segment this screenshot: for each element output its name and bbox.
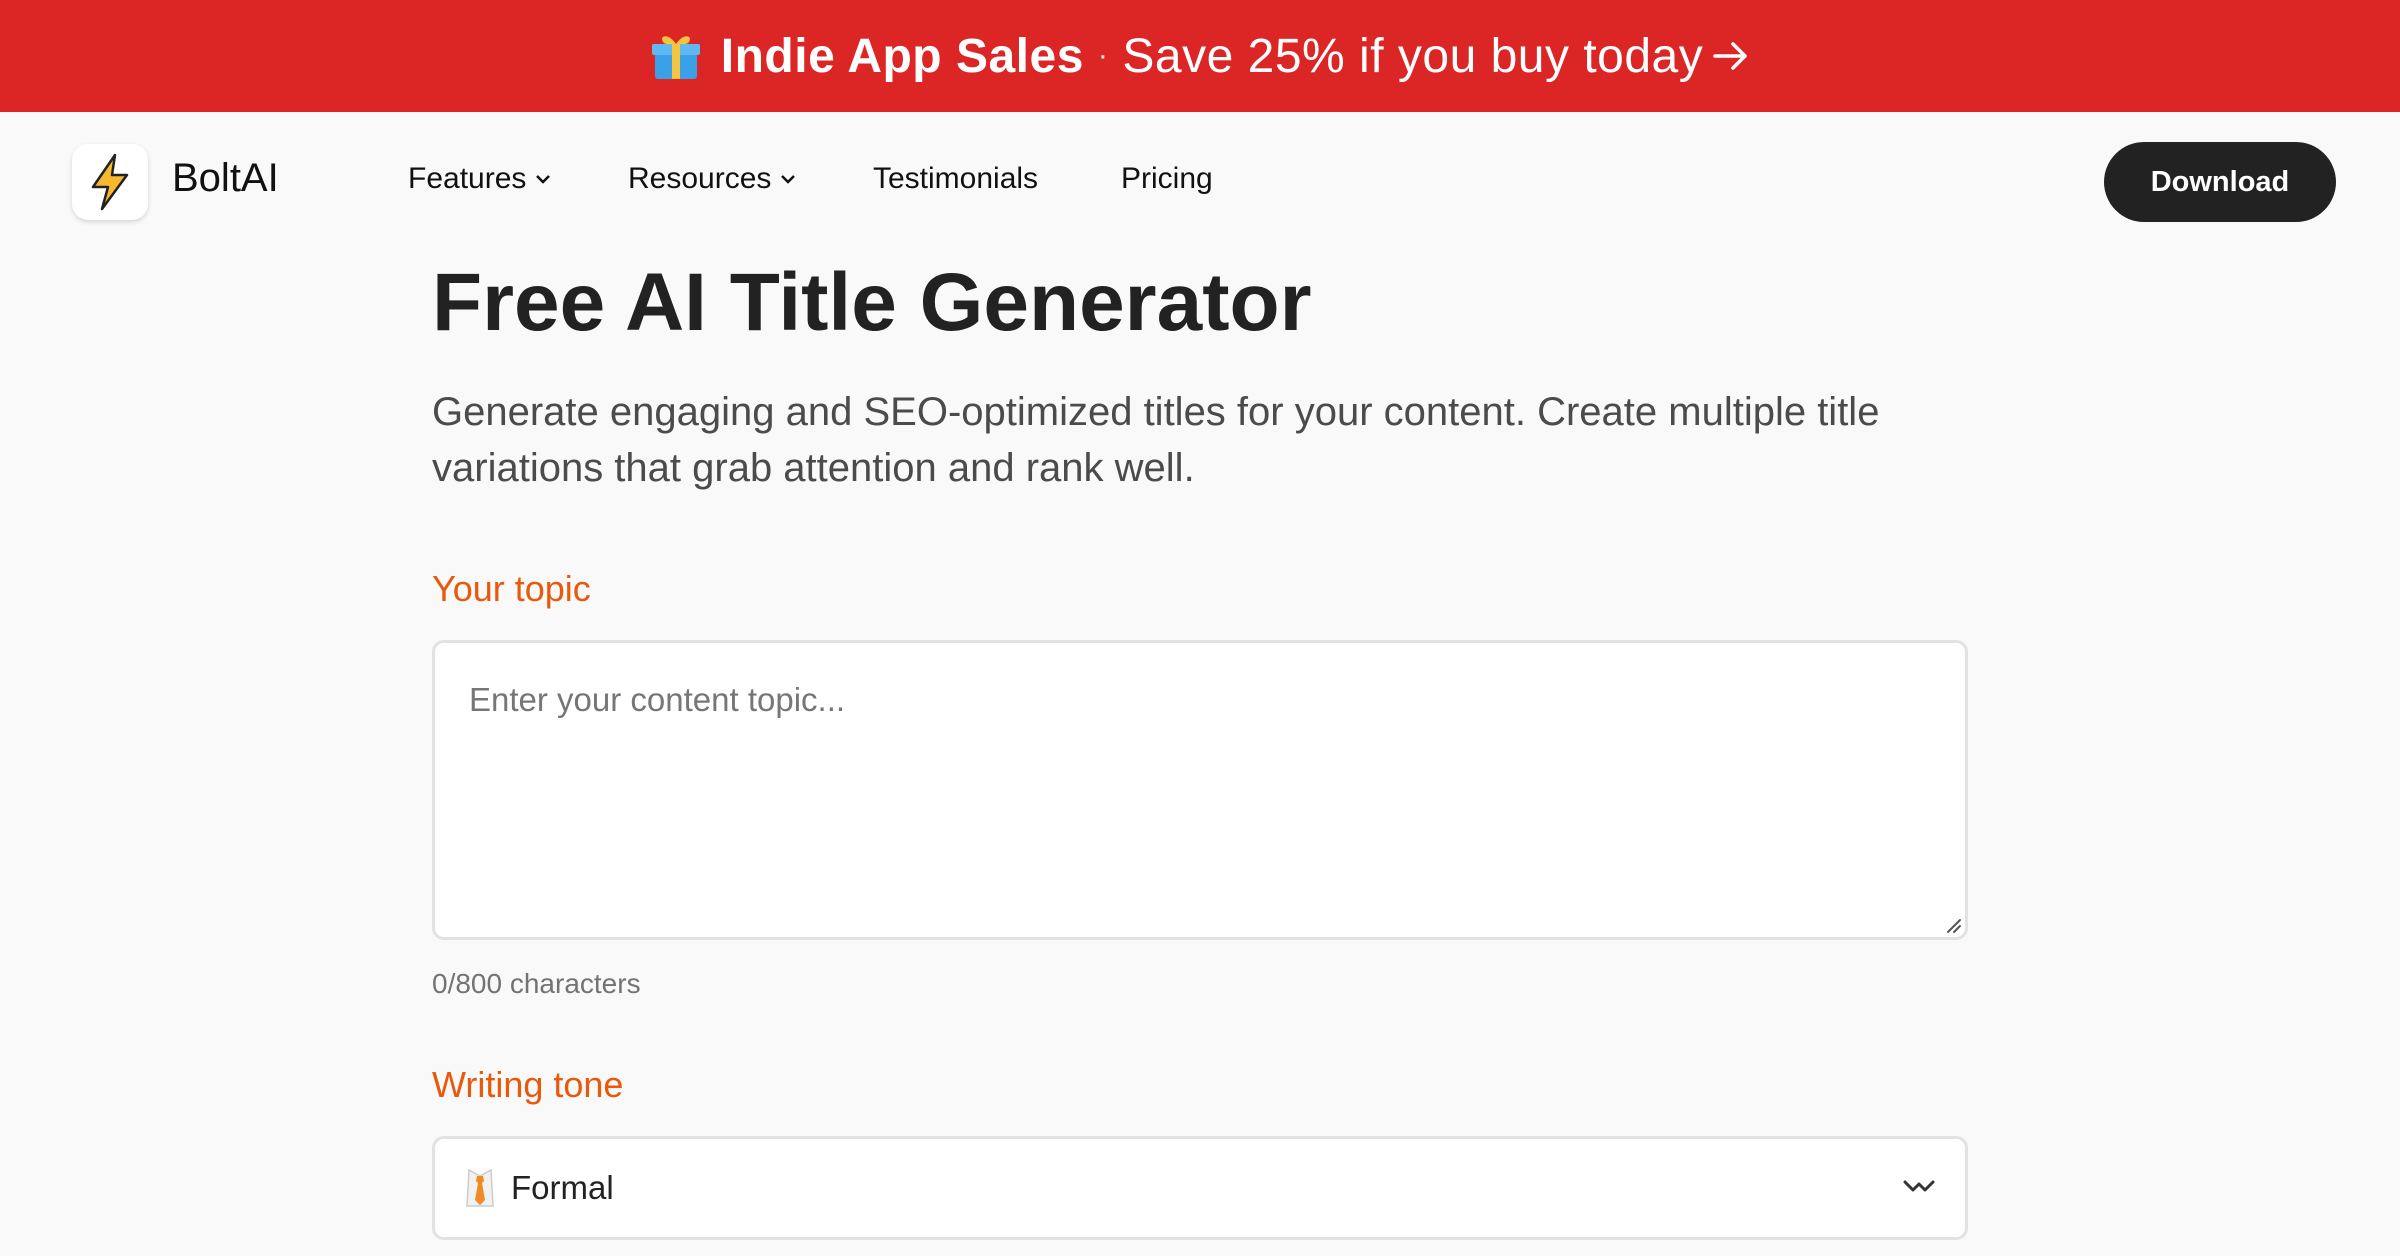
chevron-down-icon <box>779 162 797 196</box>
top-navbar: BoltAI Features Resources Testimonials P… <box>0 112 2400 252</box>
tone-select[interactable]: Formal <box>432 1136 1968 1240</box>
page-title: Free AI Title Generator <box>432 257 1312 348</box>
resize-grip-icon[interactable] <box>1944 916 1962 934</box>
promo-separator: · <box>1097 39 1109 72</box>
chevron-down-icon <box>534 162 552 196</box>
nav-testimonials[interactable]: Testimonials <box>873 162 1038 196</box>
promo-offer: Save 25% if you buy today <box>1122 29 1704 83</box>
bolt-logo-icon[interactable] <box>72 144 148 220</box>
topic-input[interactable] <box>432 640 1968 940</box>
chevron-down-icon <box>1901 1170 1937 1206</box>
page-subtitle: Generate engaging and SEO-optimized titl… <box>432 390 1880 490</box>
nav-resources-label: Resources <box>628 162 772 195</box>
tone-selected-value: Formal <box>511 1169 614 1206</box>
arrow-right-icon <box>1711 36 1751 76</box>
nav-testimonials-label: Testimonials <box>873 162 1039 195</box>
promo-title: Indie App Sales <box>720 29 1084 83</box>
promo-banner[interactable]: Indie App Sales · Save 25% if you buy to… <box>0 0 2400 112</box>
nav-resources[interactable]: Resources <box>628 162 797 196</box>
tone-label: Writing tone <box>432 1064 624 1105</box>
character-counter: 0/800 characters <box>432 968 641 999</box>
necktie-icon <box>463 1168 497 1208</box>
nav-features[interactable]: Features <box>408 162 552 196</box>
nav-features-label: Features <box>408 162 527 195</box>
nav-pricing[interactable]: Pricing <box>1121 162 1213 196</box>
topic-label: Your topic <box>432 568 591 609</box>
brand-name[interactable]: BoltAI <box>172 156 279 201</box>
nav-pricing-label: Pricing <box>1121 162 1213 195</box>
download-button[interactable]: Download <box>2104 142 2336 222</box>
gift-icon <box>649 29 703 83</box>
